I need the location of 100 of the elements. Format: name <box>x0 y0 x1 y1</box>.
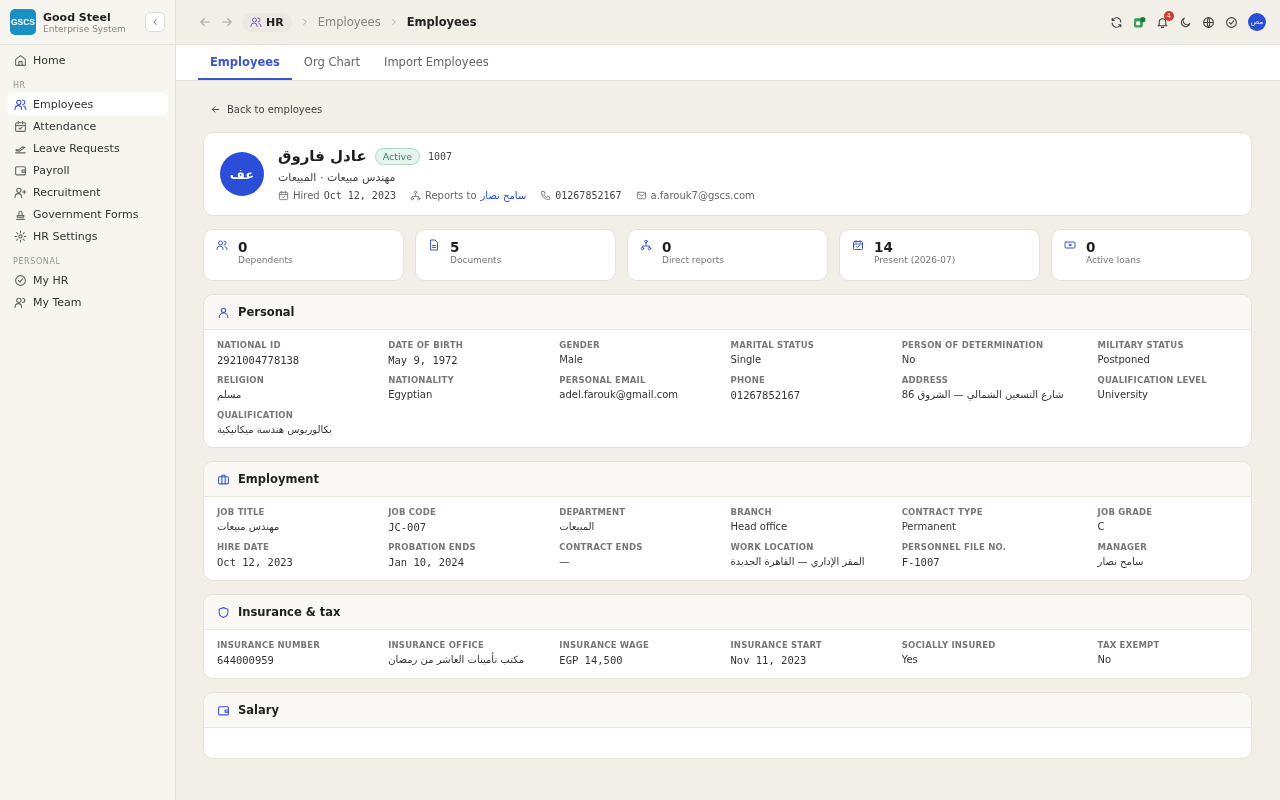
field-value: No <box>901 354 917 365</box>
chevron-left-icon <box>150 17 160 27</box>
users-icon <box>250 16 262 28</box>
field-value: University <box>1097 389 1150 400</box>
person-icon <box>217 305 230 319</box>
field-label: RELIGION <box>217 375 265 385</box>
mail-icon <box>635 190 647 201</box>
check-circle-icon <box>1225 15 1238 29</box>
sidebar-item[interactable]: Employees <box>7 93 168 115</box>
stat-value: 0 <box>238 239 249 255</box>
stat-label: Active loans <box>1086 255 1141 265</box>
briefcase-icon <box>217 472 230 486</box>
employee-position: مهندس مبيعات · المبيعات <box>278 171 397 184</box>
field-value: شارع التسعين الشمالي — الشروق 86 <box>901 389 1065 400</box>
field-label: TAX EXEMPT <box>1097 640 1161 650</box>
document-icon <box>428 239 440 251</box>
tab[interactable]: Org Chart <box>291 45 372 80</box>
phone-icon <box>540 190 552 201</box>
hire-date: Oct 12, 2023 <box>323 190 396 201</box>
phone-number: 01267852167 <box>555 190 622 201</box>
users-icon <box>216 239 228 251</box>
wallet-icon <box>14 163 27 177</box>
settings-icon <box>14 229 27 243</box>
field-value: Yes <box>901 654 919 665</box>
back-link[interactable]: Back to employees <box>203 99 1252 119</box>
field-label: PHONE <box>730 375 766 385</box>
company-subtitle: Enterprise System <box>43 23 127 34</box>
sidebar-item[interactable]: Leave Requests <box>7 137 168 159</box>
field-label: INSURANCE NUMBER <box>217 640 322 650</box>
field-value: Permanent <box>901 521 958 532</box>
tab[interactable]: Import Employees <box>372 45 501 80</box>
field-label: CONTRACT ENDS <box>559 542 644 552</box>
field-label: JOB TITLE <box>217 507 266 517</box>
sidebar-item[interactable]: Home <box>7 49 168 71</box>
stat-value: 14 <box>874 239 894 255</box>
globe-icon <box>1202 15 1215 29</box>
field-value: No <box>1097 654 1113 665</box>
moon-icon <box>1179 15 1192 29</box>
field-label: PROBATION ENDS <box>388 542 477 552</box>
field-value: Egyptian <box>388 389 434 400</box>
field-value: Jan 10, 2024 <box>388 556 465 568</box>
company-logo: GSCS <box>10 9 36 35</box>
nav-heading: HR <box>12 80 27 92</box>
user-plus-icon <box>14 185 27 199</box>
field-label: HIRE DATE <box>217 542 270 552</box>
users-icon <box>14 295 27 309</box>
home-icon <box>14 53 27 67</box>
sidebar-item[interactable]: My HR <box>7 269 168 291</box>
stat-value: 0 <box>662 239 673 255</box>
field-value: — <box>559 556 571 567</box>
stat-value: 5 <box>450 239 461 255</box>
wallet-icon <box>217 703 230 717</box>
section-title: Salary <box>238 703 279 717</box>
field-value: 2921004778138 <box>217 354 301 366</box>
field-value: المبيعات <box>559 521 596 532</box>
reports-label: Reports to <box>424 190 477 201</box>
field-value: C <box>1097 521 1106 532</box>
hierarchy-icon <box>409 190 421 201</box>
employee-number: 1007 <box>428 150 453 162</box>
field-value: Nov 11, 2023 <box>730 654 808 666</box>
field-label: GENDER <box>559 340 601 350</box>
field-label: MARITAL STATUS <box>730 340 816 350</box>
section-title: Personal <box>238 305 295 319</box>
section-title: Insurance & tax <box>238 605 341 619</box>
field-value: May 9, 1972 <box>388 354 459 366</box>
chat-app-icon[interactable] <box>1133 15 1146 29</box>
forward-arrow-icon <box>220 15 234 29</box>
calendar-icon <box>852 239 864 251</box>
calendar-icon <box>278 190 289 201</box>
field-label: WORK LOCATION <box>730 542 815 552</box>
field-value: بكالوريوس هندسة ميكانيكية <box>217 424 333 435</box>
email-address: a.farouk7@gscs.com <box>650 190 755 201</box>
sidebar-item[interactable]: My Team <box>7 291 168 313</box>
field-value: adel.farouk@gmail.com <box>559 389 679 400</box>
manager-link[interactable]: سامح نصار <box>480 190 527 201</box>
company-name: Good Steel <box>43 10 112 24</box>
bell-icon <box>1156 15 1169 29</box>
hierarchy-icon <box>640 239 652 251</box>
field-label: NATIONAL ID <box>217 340 282 350</box>
tab[interactable]: Employees <box>198 45 292 80</box>
field-value: 644000959 <box>217 654 275 666</box>
manager-link[interactable]: سامح نصار <box>1097 556 1238 567</box>
sidebar-item[interactable]: Government Forms <box>7 203 168 225</box>
field-label: JOB GRADE <box>1097 507 1154 517</box>
hired-label: Hired <box>293 190 320 201</box>
field-label: MILITARY STATUS <box>1097 340 1185 350</box>
employee-name: عادل فاروق <box>278 147 367 165</box>
breadcrumb-module[interactable]: HR <box>242 12 292 32</box>
field-label: INSURANCE START <box>730 640 823 650</box>
stat-value: 0 <box>1086 239 1097 255</box>
sidebar-item[interactable]: Attendance <box>7 115 168 137</box>
field-value: المقر الإداري — القاهرة الجديدة <box>730 556 866 567</box>
field-value: Single <box>730 354 763 365</box>
field-value: JC-007 <box>388 521 428 533</box>
field-label: PERSONNEL FILE NO. <box>901 542 1008 552</box>
sidebar-item[interactable]: Payroll <box>7 159 168 181</box>
check-circle-icon <box>14 273 27 287</box>
field-value: مهندس مبيعات <box>217 521 281 532</box>
sidebar-item[interactable]: HR Settings <box>7 225 168 247</box>
sidebar-item[interactable]: Recruitment <box>7 181 168 203</box>
